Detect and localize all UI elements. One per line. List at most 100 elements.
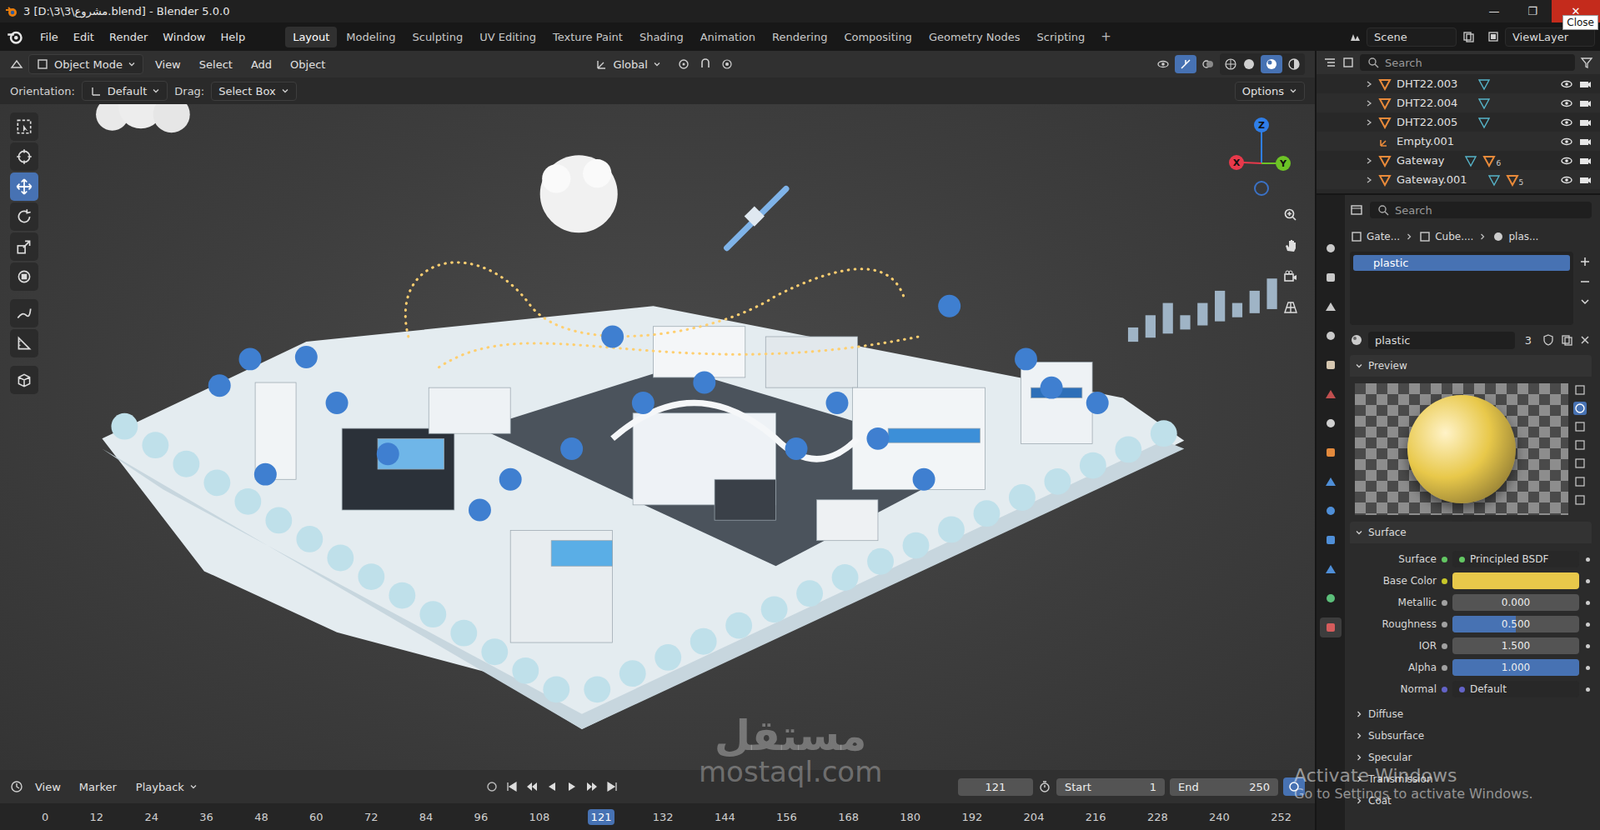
outliner-row[interactable]: DHT22.005 bbox=[1316, 112, 1600, 132]
workspace-tab[interactable]: Modeling bbox=[338, 26, 403, 48]
eye-icon[interactable] bbox=[1559, 77, 1574, 91]
material-sphere-icon[interactable] bbox=[1349, 333, 1364, 347]
copy-icon[interactable] bbox=[1461, 30, 1475, 44]
expand-arrow-icon[interactable] bbox=[1364, 156, 1374, 166]
tool-button[interactable] bbox=[10, 262, 39, 291]
menu-item[interactable]: File bbox=[33, 28, 66, 46]
color-swatch[interactable] bbox=[1452, 572, 1580, 590]
timeline-menu[interactable]: View bbox=[28, 778, 68, 797]
subpanel-header[interactable]: Transmission bbox=[1349, 770, 1592, 789]
outliner-row[interactable]: Gateway.0015 bbox=[1316, 170, 1600, 190]
orientation-dropdown[interactable]: Default bbox=[81, 80, 169, 101]
socket-dot[interactable] bbox=[1441, 578, 1448, 585]
properties-tab[interactable] bbox=[1319, 238, 1342, 259]
window-control[interactable]: ❐ bbox=[1513, 0, 1552, 23]
workspace-tab[interactable]: Texture Paint bbox=[545, 26, 631, 48]
properties-tab[interactable] bbox=[1319, 588, 1342, 609]
unlink-icon[interactable] bbox=[1578, 333, 1592, 347]
expand-arrow-icon[interactable] bbox=[1364, 118, 1374, 127]
eye-icon[interactable] bbox=[1559, 173, 1574, 187]
properties-tab[interactable] bbox=[1319, 530, 1342, 551]
snap-icon[interactable] bbox=[698, 57, 713, 71]
properties-tab[interactable] bbox=[1319, 355, 1342, 376]
keyframe-dot[interactable] bbox=[1585, 666, 1590, 671]
start-frame-field[interactable]: Start1 bbox=[1056, 778, 1165, 797]
material-preview-toggle[interactable] bbox=[1260, 55, 1283, 74]
perspective-button[interactable] bbox=[1278, 295, 1304, 321]
options-dropdown[interactable]: Options bbox=[1234, 81, 1305, 101]
playback-dropdown[interactable]: Playback bbox=[128, 777, 206, 798]
clock-editor-icon[interactable] bbox=[10, 780, 24, 794]
link-field[interactable]: Default bbox=[1452, 681, 1580, 698]
solid-icon[interactable] bbox=[1242, 57, 1256, 71]
keyframe-dot[interactable] bbox=[1585, 687, 1590, 693]
tool-button[interactable] bbox=[10, 366, 39, 395]
expand-arrow-icon[interactable] bbox=[1364, 80, 1374, 89]
render-camera-icon[interactable] bbox=[1578, 96, 1592, 111]
duplicate-icon[interactable] bbox=[1559, 333, 1574, 347]
keyframe-dot[interactable] bbox=[1585, 622, 1590, 627]
pan-button[interactable] bbox=[1278, 233, 1304, 259]
socket-dot[interactable] bbox=[1441, 665, 1448, 672]
fake-user-icon[interactable] bbox=[1541, 333, 1555, 347]
render-camera-icon[interactable] bbox=[1578, 135, 1592, 149]
tool-button[interactable] bbox=[10, 202, 39, 231]
display-mode-icon[interactable] bbox=[1341, 55, 1355, 70]
keyframe-dot[interactable] bbox=[1585, 557, 1590, 562]
pivot-icon[interactable] bbox=[677, 57, 691, 71]
render-camera-icon[interactable] bbox=[1578, 77, 1592, 91]
properties-search[interactable]: Search bbox=[1369, 201, 1592, 219]
outliner-editor-icon[interactable] bbox=[1323, 55, 1337, 70]
keyframe-dot[interactable] bbox=[1585, 579, 1590, 584]
keyframe-dot[interactable] bbox=[1585, 601, 1590, 606]
workspace-tab[interactable]: Animation bbox=[692, 26, 763, 48]
blender-logo-icon[interactable] bbox=[6, 28, 24, 46]
window-control[interactable]: — bbox=[1474, 0, 1514, 23]
jump-end-icon[interactable] bbox=[605, 780, 619, 794]
rendered-icon[interactable] bbox=[1287, 57, 1301, 71]
negative-axis-icon[interactable] bbox=[1254, 181, 1269, 196]
workspace-tab[interactable]: Scripting bbox=[1029, 26, 1094, 48]
render-camera-icon[interactable] bbox=[1578, 154, 1592, 168]
number-field[interactable]: 1.500 bbox=[1452, 637, 1580, 655]
preview-shape-icon[interactable] bbox=[1573, 438, 1587, 452]
preview-shape-icon[interactable] bbox=[1573, 475, 1587, 489]
outliner-search[interactable]: Search bbox=[1359, 54, 1575, 71]
preview-shape-icon[interactable] bbox=[1573, 383, 1587, 397]
menu-item[interactable]: Render bbox=[102, 28, 155, 46]
record-icon[interactable] bbox=[485, 780, 499, 794]
workspace-tab[interactable]: Shading bbox=[631, 26, 692, 48]
properties-tab[interactable] bbox=[1319, 617, 1342, 638]
preview-shape-icon[interactable] bbox=[1573, 456, 1587, 471]
eye-icon[interactable] bbox=[1559, 115, 1574, 130]
gizmo-axis[interactable]: X bbox=[1228, 155, 1244, 171]
viewport-canvas[interactable]: ZXY bbox=[0, 104, 1315, 771]
surface-panel-header[interactable]: Surface bbox=[1349, 521, 1592, 544]
tool-button[interactable] bbox=[10, 232, 39, 261]
menu-item[interactable]: Help bbox=[214, 28, 253, 46]
properties-tab[interactable] bbox=[1319, 326, 1342, 347]
next-keyframe-icon[interactable] bbox=[585, 780, 599, 794]
end-frame-field[interactable]: End250 bbox=[1169, 778, 1279, 797]
gizmo-axis[interactable]: Z bbox=[1253, 117, 1269, 133]
play-icon[interactable] bbox=[565, 780, 579, 794]
properties-editor-icon[interactable] bbox=[1349, 203, 1364, 217]
subpanel-header[interactable]: Diffuse bbox=[1349, 705, 1592, 724]
properties-tab[interactable] bbox=[1319, 501, 1342, 522]
workspace-tab[interactable]: Layout bbox=[285, 26, 337, 48]
tool-button[interactable] bbox=[10, 329, 39, 358]
tool-button[interactable] bbox=[10, 112, 39, 141]
viewport-menu[interactable]: View bbox=[148, 55, 188, 74]
sync-toggle[interactable] bbox=[1283, 777, 1305, 797]
expand-arrow-icon[interactable] bbox=[1364, 175, 1374, 185]
socket-dot[interactable] bbox=[1441, 621, 1448, 628]
eye-icon[interactable] bbox=[1559, 135, 1574, 149]
subpanel-header[interactable]: Coat bbox=[1349, 792, 1592, 811]
tool-button[interactable] bbox=[10, 172, 39, 201]
scene-name[interactable]: Scene bbox=[1366, 27, 1457, 47]
expand-arrow-icon[interactable] bbox=[1364, 99, 1374, 108]
current-frame-field[interactable]: 121 bbox=[957, 778, 1034, 797]
slider-field[interactable]: 1.000 bbox=[1452, 659, 1580, 677]
workspace-tab[interactable]: UV Editing bbox=[471, 26, 544, 48]
filter-icon[interactable] bbox=[1579, 55, 1594, 70]
